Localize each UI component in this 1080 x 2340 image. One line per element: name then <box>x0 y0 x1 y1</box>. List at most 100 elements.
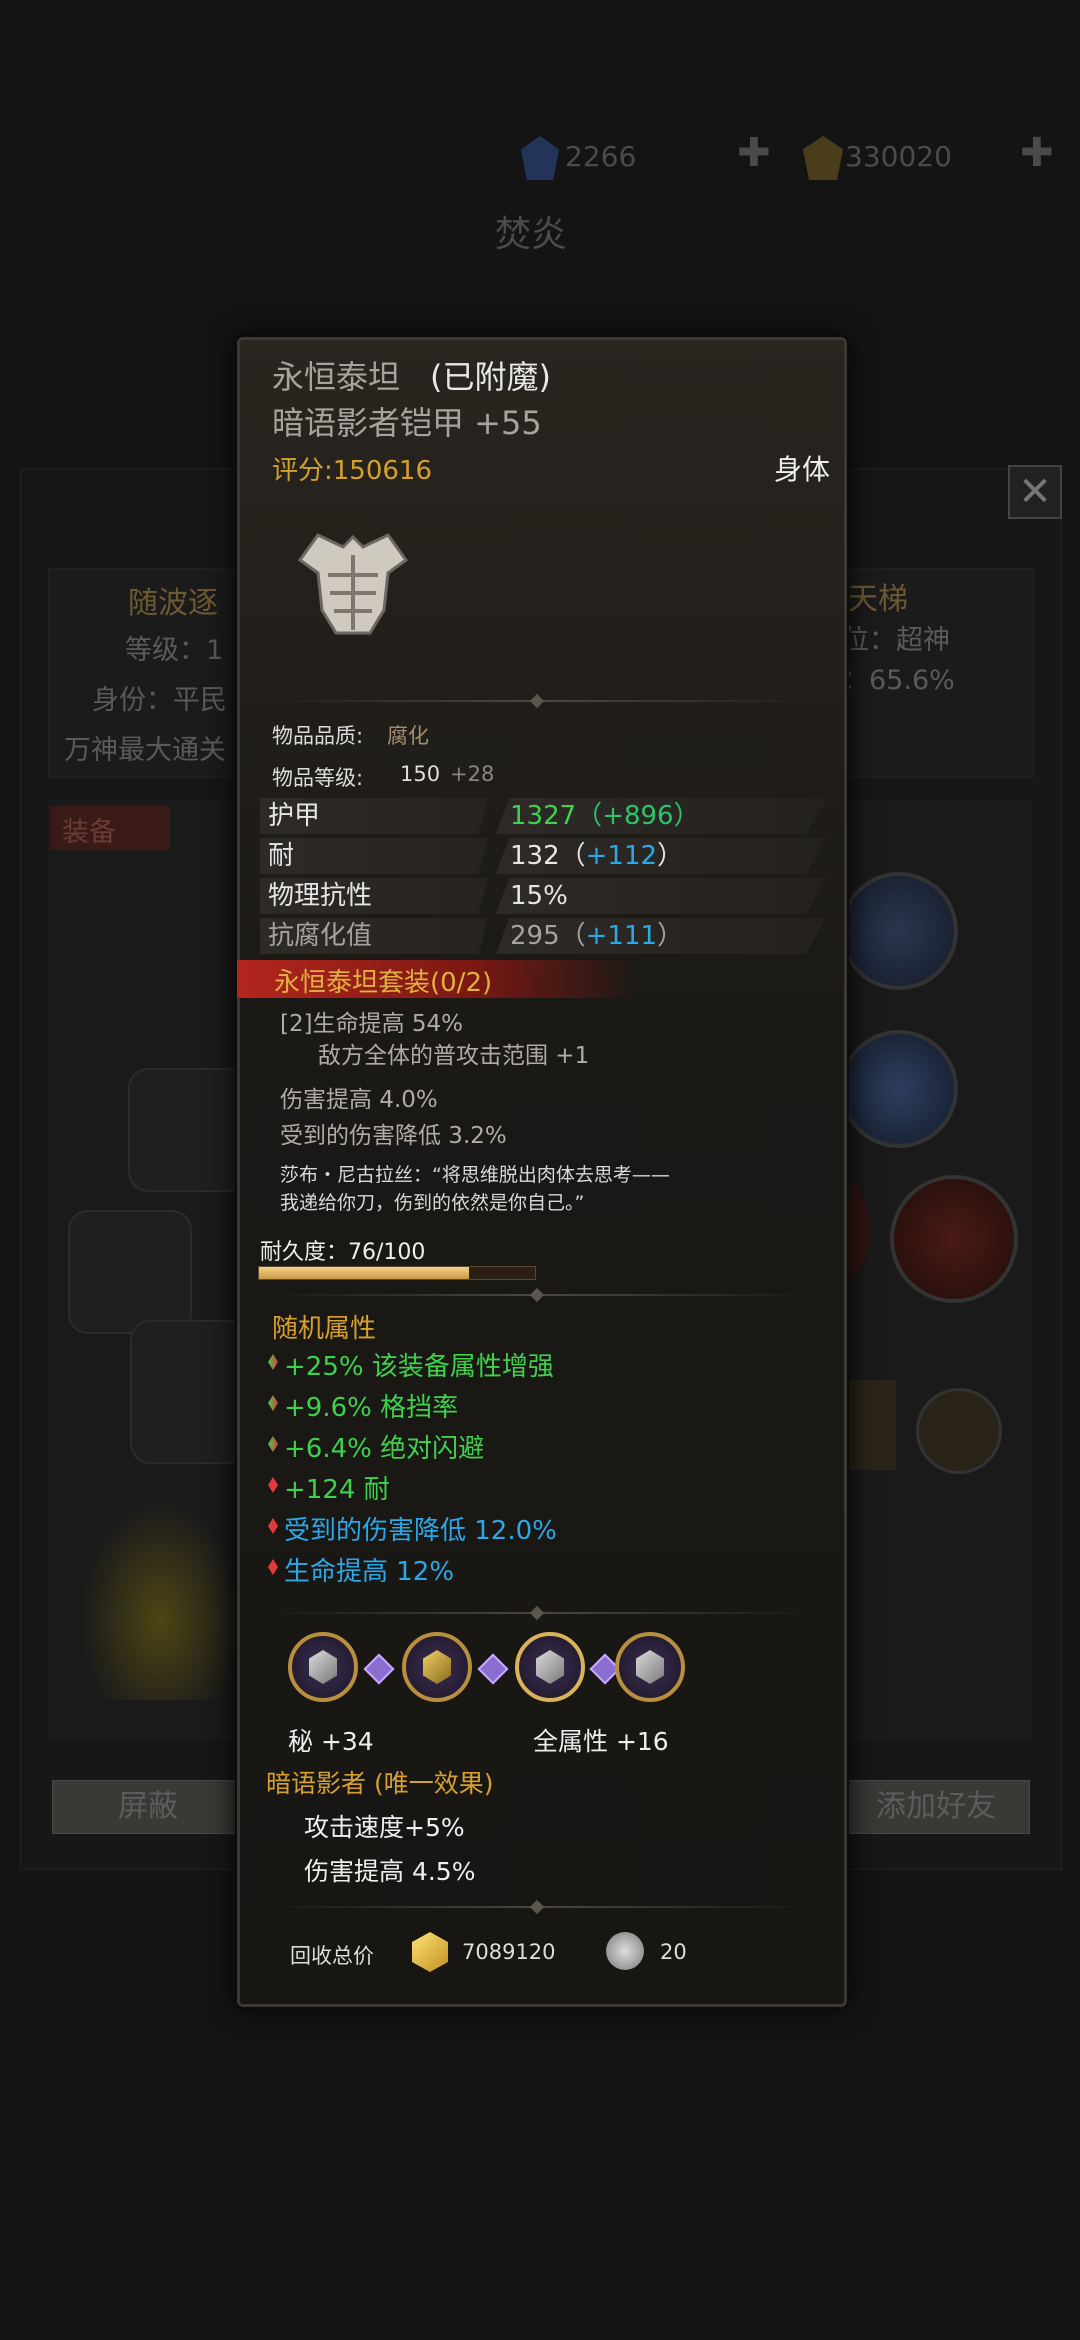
stat-row-corruption-resist: 抗腐化值 295（+111） <box>260 918 826 954</box>
red-gem-icon <box>268 1559 278 1575</box>
extra-stat-2: 受到的伤害降低 3.2% <box>280 1123 507 1149</box>
stone-icon <box>606 1932 644 1970</box>
green-red-gem-icon <box>268 1395 278 1411</box>
item-name: 暗语影者铠甲 +55 <box>272 404 542 442</box>
guild-name-left: 随波逐 <box>128 586 218 621</box>
random-attribute-row: +25% 该装备属性增强 <box>264 1346 824 1382</box>
stat-label: 护甲 <box>260 798 488 834</box>
identity-left: 身份：平民 <box>92 685 227 716</box>
divider <box>270 693 810 709</box>
unique-effect-title: 暗语影者 (唯一效果) <box>266 1769 494 1798</box>
gold-currency-amount: 330020 <box>845 140 952 173</box>
recycle-label: 回收总价 <box>290 1944 374 1968</box>
socket-link-icon <box>363 1653 395 1685</box>
rune-icon <box>536 1650 564 1684</box>
stat-label: 耐 <box>260 838 488 874</box>
red-gem-icon <box>268 1518 278 1534</box>
durability-fill <box>259 1267 469 1279</box>
gold-coin-icon <box>412 1932 448 1972</box>
green-red-gem-icon <box>268 1354 278 1370</box>
random-attribute-text: +9.6% 格挡率 <box>284 1393 459 1423</box>
socket-stat-2: 全属性 +16 <box>533 1727 669 1756</box>
divider <box>270 1899 810 1915</box>
tab-equipment-label: 装备 <box>62 817 116 848</box>
fire-effect <box>80 1500 240 1700</box>
note-left: 万神最大通关 <box>64 735 226 766</box>
close-icon: ✕ <box>1018 469 1052 515</box>
random-attributes-title: 随机属性 <box>272 1314 377 1344</box>
close-button[interactable]: ✕ <box>1008 465 1062 519</box>
ladder-rank: 位：超神 <box>842 625 950 656</box>
socket-1[interactable] <box>288 1632 358 1702</box>
equip-slot: 身体 <box>773 453 830 486</box>
stat-label: 抗腐化值 <box>260 918 488 954</box>
random-attribute-row: 受到的伤害降低 12.0% <box>264 1510 824 1546</box>
quality-value: 腐化 <box>387 724 429 748</box>
player-name: 焚炎 <box>495 214 568 255</box>
item-level-label: 物品等级: <box>272 766 364 790</box>
stat-row-stamina: 耐 132（+112） <box>260 838 826 874</box>
ladder-percent: ：65.6% <box>842 665 955 696</box>
stat-row-armor: 护甲 1327（+896） <box>260 798 826 834</box>
random-attribute-text: +25% 该装备属性增强 <box>284 1352 554 1382</box>
durability-bar <box>258 1266 536 1280</box>
stat-label: 物理抗性 <box>260 878 488 914</box>
stat-value: 1327（+896） <box>496 798 826 834</box>
socket-4[interactable] <box>615 1632 685 1702</box>
socket-2[interactable] <box>402 1632 472 1702</box>
enchanted-tag: (已附魔) <box>430 358 551 396</box>
random-attribute-text: +6.4% 绝对闪避 <box>284 1434 485 1464</box>
armor-icon <box>297 533 409 635</box>
flavor-line-1: 莎布・尼古拉丝：“将思维脱出肉体去思考—— <box>280 1164 670 1186</box>
weapon-slot[interactable] <box>130 1320 254 1464</box>
socket-3[interactable] <box>515 1632 585 1702</box>
rune-icon <box>309 1650 337 1684</box>
add-friend-button[interactable]: 添加好友 <box>842 1780 1030 1834</box>
stat-value: 15% <box>496 878 826 914</box>
divider <box>270 1605 810 1621</box>
durability-label: 耐久度：76/100 <box>260 1240 426 1265</box>
unique-effect-2: 伤害提高 4.5% <box>304 1857 476 1886</box>
red-gem-icon <box>268 1477 278 1493</box>
unique-effect-1: 攻击速度+5% <box>304 1813 465 1842</box>
recycle-gold-amount: 7089120 <box>462 1940 556 1964</box>
socket-stat-1: 秘 +34 <box>288 1727 374 1756</box>
hourglass-icon[interactable] <box>840 1380 896 1470</box>
random-attribute-row: 生命提高 12% <box>264 1551 824 1587</box>
item-level-bonus: +28 <box>450 762 495 786</box>
belt-slot[interactable] <box>68 1210 192 1334</box>
random-attribute-row: +6.4% 绝对闪避 <box>264 1428 824 1464</box>
set-title: 永恒泰坦套装(0/2) <box>274 968 493 998</box>
extra-stat-1: 伤害提高 4.0% <box>280 1087 438 1113</box>
random-attribute-text: +124 耐 <box>284 1475 390 1505</box>
stat-value: 132（+112） <box>496 838 826 874</box>
random-attribute-text: 生命提高 12% <box>284 1557 455 1587</box>
add-blue-currency-button[interactable]: ✚ <box>737 130 771 176</box>
skill-burst-icon[interactable] <box>840 1030 958 1148</box>
socket-link-icon <box>477 1653 509 1685</box>
moon-icon[interactable] <box>916 1388 1002 1474</box>
item-level-value: 150 <box>400 762 441 786</box>
blue-currency-amount: 2266 <box>565 140 637 173</box>
recycle-other-amount: 20 <box>660 1940 687 1964</box>
stat-value: 295（+111） <box>496 918 826 954</box>
divider <box>270 1287 810 1303</box>
flavor-line-2: 我递给你刀，伤到的依然是你自己。” <box>280 1192 585 1214</box>
stat-row-physical-resist: 物理抗性 15% <box>260 878 826 914</box>
blue-gem-icon <box>521 136 559 180</box>
random-attribute-text: 受到的伤害降低 12.0% <box>284 1516 557 1546</box>
skill-armor-icon[interactable] <box>840 872 958 990</box>
rune-icon <box>423 1650 451 1684</box>
set-bonus-1: [2]生命提高 54% <box>280 1011 464 1037</box>
add-gold-currency-button[interactable]: ✚ <box>1020 130 1054 176</box>
spider-icon[interactable] <box>890 1175 1018 1303</box>
set-bonus-2: 敌方全体的普攻击范围 +1 <box>318 1043 590 1069</box>
gold-gem-icon <box>803 136 843 180</box>
item-tooltip: 永恒泰坦 (已附魔) 暗语影者铠甲 +55 评分:150616 身体 物品品质:… <box>237 337 847 2007</box>
block-button[interactable]: 屏蔽 <box>52 1780 244 1834</box>
rune-icon <box>636 1650 664 1684</box>
quality-label: 物品品质: <box>272 724 364 748</box>
helmet-slot[interactable] <box>128 1068 252 1192</box>
tab-equipment[interactable]: 装备 <box>50 806 170 850</box>
random-attribute-row: +9.6% 格挡率 <box>264 1387 824 1423</box>
